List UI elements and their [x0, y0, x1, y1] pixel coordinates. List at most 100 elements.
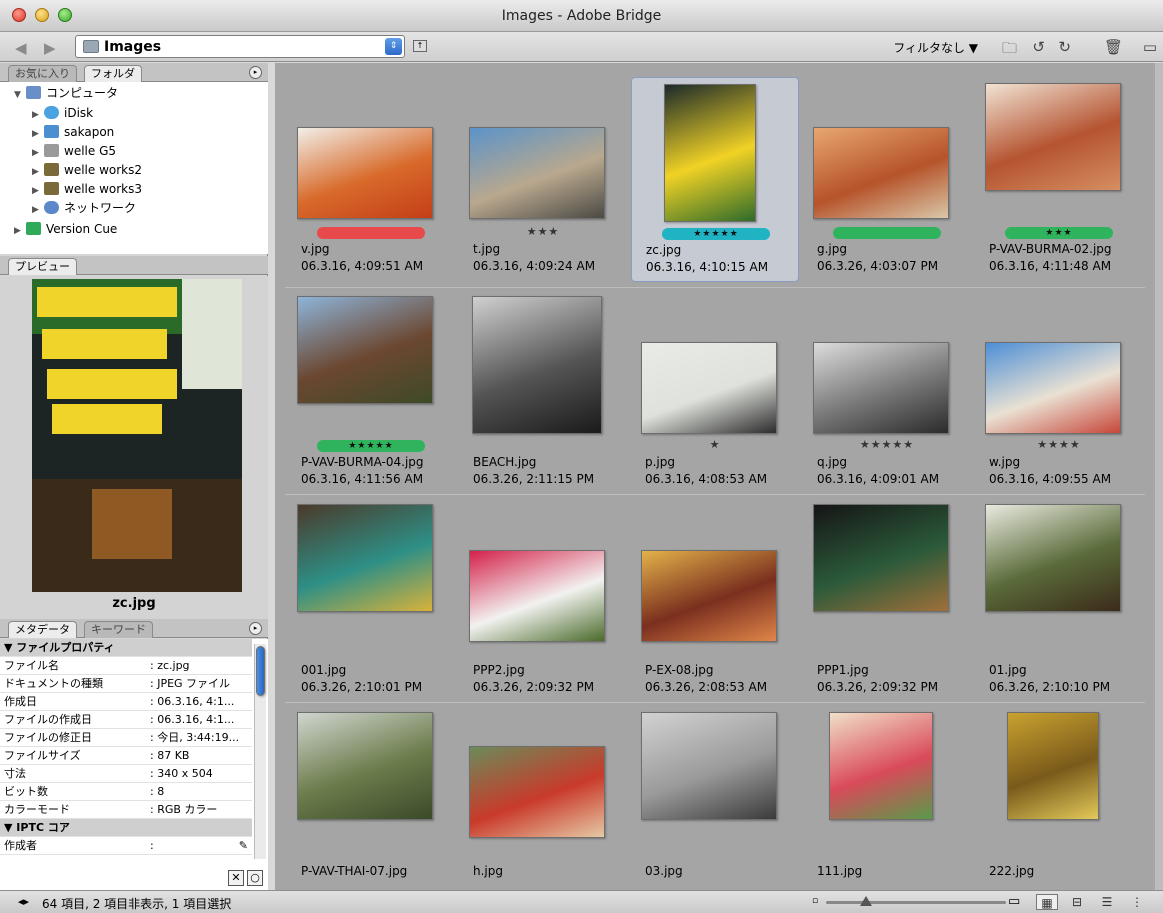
panel-menu-icon[interactable]: ▸ [249, 66, 262, 79]
meta-value: : JPEG ファイル [150, 677, 231, 690]
thumbnail-cell[interactable]: ★★★ P-VAV-BURMA-02.jpg 06.3.16, 4:11:48 AM [975, 77, 1143, 282]
thumbnail-image[interactable] [641, 550, 777, 642]
tree-item-sakapon[interactable]: ▶ sakapon [32, 123, 114, 142]
star-rating[interactable]: ★★★★★ [803, 438, 971, 451]
tab-folders[interactable]: フォルダ [84, 65, 142, 82]
filmstrip-view-icon[interactable]: ⊟ [1066, 894, 1088, 910]
apply-edit-icon[interactable]: ○ [247, 870, 263, 886]
tab-favorites[interactable]: お気に入り [8, 65, 77, 82]
details-view-icon[interactable]: ☰ [1096, 894, 1118, 910]
color-label-bar[interactable] [317, 227, 425, 239]
thumbnail-view-icon[interactable]: ▦ [1036, 894, 1058, 910]
thumbnail-cell[interactable]: 001.jpg 06.3.26, 2:10:01 PM [287, 498, 455, 703]
thumbnail-cell[interactable]: 111.jpg [803, 706, 971, 911]
back-arrow-icon[interactable]: ◀ [15, 39, 27, 57]
thumbnail-cell[interactable]: PPP1.jpg 06.3.26, 2:09:32 PM [803, 498, 971, 703]
thumbnail-size-slider[interactable] [826, 896, 1006, 906]
thumbnail-image[interactable] [297, 127, 433, 219]
thumbnail-image[interactable] [641, 712, 777, 820]
thumbnail-image[interactable] [985, 83, 1121, 191]
thumbnail-cell[interactable]: 03.jpg [631, 706, 799, 911]
network-icon [44, 201, 59, 214]
thumbnail-image[interactable] [297, 504, 433, 612]
metadata-menu-icon[interactable]: ▸ [249, 622, 262, 635]
thumbnail-image[interactable] [297, 712, 433, 820]
thumbnail-cell[interactable]: h.jpg [459, 706, 627, 911]
thumbnail-image[interactable] [469, 127, 605, 219]
thumbnail-cell[interactable]: g.jpg 06.3.26, 4:03:07 PM [803, 77, 971, 282]
path-dropdown-icon[interactable]: ⇕ [385, 38, 402, 55]
pencil-icon[interactable]: ✎ [239, 837, 248, 855]
thumbnail-cell[interactable]: BEACH.jpg 06.3.26, 2:11:15 PM [459, 290, 627, 495]
new-folder-icon[interactable]: 🗀 [1002, 38, 1017, 63]
tree-item-computer[interactable]: ▼ コンピュータ [14, 84, 118, 103]
tree-item-welle-g5[interactable]: ▶ welle G5 [32, 142, 116, 161]
versions-view-icon[interactable]: ⋮ [1126, 894, 1148, 910]
thumbnail-image[interactable] [297, 296, 433, 404]
thumbnail-cell[interactable]: P-EX-08.jpg 06.3.26, 2:08:53 AM [631, 498, 799, 703]
thumbnail-cell[interactable]: ★★★★★ zc.jpg 06.3.16, 4:10:15 AM [631, 77, 799, 282]
thumbnail-image[interactable] [664, 84, 756, 222]
thumbnail-image[interactable] [813, 127, 949, 219]
star-rating[interactable]: ★ [631, 438, 799, 451]
tab-keywords[interactable]: キーワード [84, 621, 153, 638]
thumbnail-cell[interactable]: ★★★★★ q.jpg 06.3.16, 4:09:01 AM [803, 290, 971, 495]
thumbnail-image[interactable] [813, 342, 949, 434]
parent-folder-icon[interactable]: ↑ [413, 40, 427, 52]
thumbnail-image[interactable] [813, 504, 949, 612]
thumbnail-cell[interactable]: P-VAV-THAI-07.jpg [287, 706, 455, 911]
thumbnail-image[interactable] [641, 342, 777, 434]
compact-mode-icon[interactable]: ▭ [1143, 38, 1157, 56]
toggle-panels-icon[interactable]: ◂▸ [18, 895, 29, 908]
star-rating[interactable]: ★★★ [459, 225, 627, 238]
disclosure-closed-icon[interactable]: ▶ [14, 222, 26, 241]
tree-item-welle-works3[interactable]: ▶ welle works3 [32, 180, 142, 199]
thumbnail-image[interactable] [472, 296, 602, 434]
scrollbar-thumb[interactable] [256, 646, 265, 696]
color-label-bar[interactable]: ★★★★★ [317, 440, 425, 452]
tree-item-idisk[interactable]: ▶ iDisk [32, 104, 93, 123]
path-selector[interactable]: Images ⇕ [75, 35, 405, 58]
color-label-bar[interactable]: ★★★★★ [662, 228, 770, 240]
thumbnail-cell[interactable]: v.jpg 06.3.16, 4:09:51 AM [287, 77, 455, 282]
disclosure-open-icon[interactable]: ▼ [14, 86, 26, 105]
thumbnail-image[interactable] [985, 504, 1121, 612]
meta-key: ドキュメントの種類 [4, 677, 103, 690]
thumbnail-image[interactable] [1007, 712, 1099, 820]
large-thumbnail-icon[interactable]: ▭ [1008, 894, 1020, 909]
trash-icon[interactable]: 🗑 [1104, 38, 1123, 56]
thumbnail-cell[interactable]: ★ p.jpg 06.3.16, 4:08:53 AM [631, 290, 799, 495]
thumbnail-cell[interactable]: 222.jpg [975, 706, 1143, 911]
thumbnail-cell[interactable]: ★★★ t.jpg 06.3.16, 4:09:24 AM [459, 77, 627, 282]
thumbnail-cell[interactable]: ★★★★ w.jpg 06.3.16, 4:09:55 AM [975, 290, 1143, 495]
meta-section-file-properties[interactable]: ▼ ファイルプロパティ [0, 639, 252, 657]
disclosure-closed-icon[interactable]: ▶ [32, 201, 44, 220]
thumbnail-filename: 001.jpg [301, 663, 347, 677]
thumbnail-image[interactable] [469, 550, 605, 642]
meta-section-iptc-core[interactable]: ▼ IPTC コア [0, 819, 252, 837]
thumbnail-cell[interactable]: ★★★★★ P-VAV-BURMA-04.jpg 06.3.16, 4:11:56 … [287, 290, 455, 495]
tree-item-network[interactable]: ▶ ネットワーク [32, 199, 136, 218]
metadata-scrollbar[interactable] [254, 644, 266, 859]
tree-item-welle-works2[interactable]: ▶ welle works2 [32, 161, 142, 180]
color-label-bar[interactable]: ★★★ [1005, 227, 1113, 239]
tab-preview[interactable]: プレビュー [8, 258, 77, 275]
content-scrollbar[interactable] [1155, 63, 1163, 890]
thumbnail-image[interactable] [469, 746, 605, 838]
filter-menu[interactable]: フィルタなし ▼ [893, 39, 978, 56]
thumbnail-cell[interactable]: 01.jpg 06.3.26, 2:10:10 PM [975, 498, 1143, 703]
thumbnail-image[interactable] [985, 342, 1121, 434]
thumbnail-grid: v.jpg 06.3.16, 4:09:51 AM ★★★ t.jpg 06.3.16,… [275, 63, 1155, 890]
slider-knob[interactable] [860, 896, 872, 906]
thumbnail-image[interactable] [829, 712, 933, 820]
thumbnail-cell[interactable]: PPP2.jpg 06.3.26, 2:09:32 PM [459, 498, 627, 703]
rotate-right-icon[interactable]: ↻ [1058, 38, 1071, 56]
forward-arrow-icon[interactable]: ▶ [44, 39, 56, 57]
small-thumbnail-icon[interactable]: ▫ [812, 896, 818, 906]
color-label-bar[interactable] [833, 227, 941, 239]
tab-metadata[interactable]: メタデータ [8, 621, 77, 638]
cancel-edit-icon[interactable]: ✕ [228, 870, 244, 886]
rotate-left-icon[interactable]: ↺ [1032, 38, 1045, 56]
tree-item-version-cue[interactable]: ▶ Version Cue [14, 220, 117, 239]
star-rating[interactable]: ★★★★ [975, 438, 1143, 451]
